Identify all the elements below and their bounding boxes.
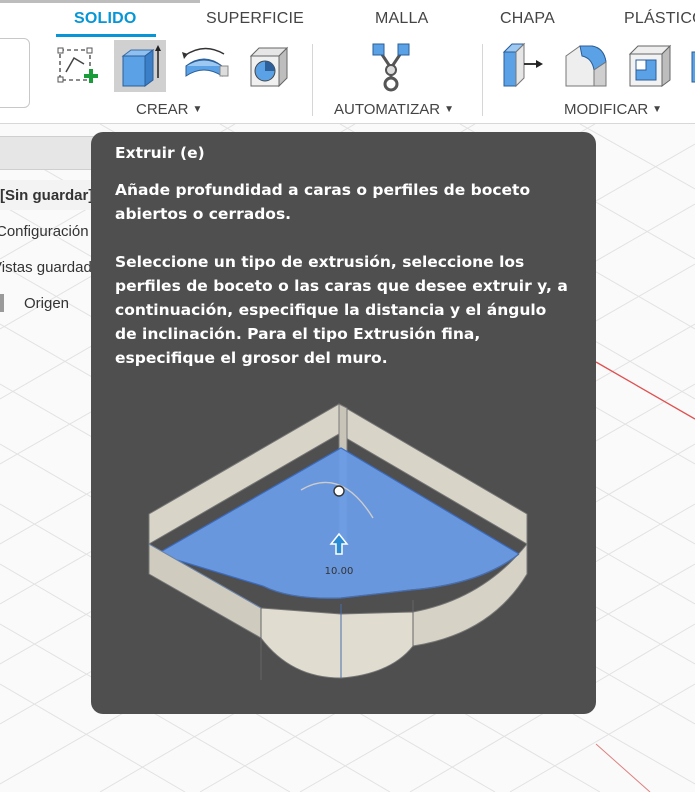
tooltip-detail: Seleccione un tipo de extrusión, selecci… — [115, 253, 568, 367]
tab-superficie[interactable]: SUPERFICIE — [206, 10, 304, 28]
chevron-down-icon: ▼ — [444, 104, 455, 115]
press-pull-button[interactable] — [496, 40, 548, 92]
revolve-icon — [182, 47, 229, 77]
origin-folder-icon — [0, 294, 4, 312]
design-workspace-switcher[interactable] — [0, 38, 30, 108]
create-sketch-icon — [57, 47, 98, 83]
fillet-button[interactable] — [560, 40, 612, 92]
crear-menu[interactable]: CREAR ▼ — [136, 101, 202, 118]
dimension-label: 10.00 — [325, 566, 354, 577]
hole-button[interactable] — [242, 40, 294, 92]
extrude-button[interactable] — [114, 40, 166, 92]
axis-line — [595, 743, 651, 792]
title-strip — [0, 0, 200, 3]
combine-button[interactable] — [688, 40, 695, 92]
shell-icon — [628, 44, 672, 87]
shell-button[interactable] — [624, 40, 676, 92]
create-sketch-button[interactable] — [52, 40, 104, 92]
fillet-icon — [565, 45, 607, 87]
tab-plastico[interactable]: PLÁSTICO — [624, 10, 695, 28]
automate-button[interactable] — [365, 40, 417, 92]
modificar-menu[interactable]: MODIFICAR ▼ — [564, 101, 662, 118]
hole-icon — [249, 46, 289, 88]
tooltip-description: Añade profundidad a caras o perfiles de … — [115, 181, 531, 223]
extrude-tooltip: Extruir (e) Añade profundidad a caras o … — [91, 132, 596, 714]
group-divider — [312, 44, 313, 116]
chevron-down-icon: ▼ — [192, 104, 203, 115]
tooltip-title: Extruir (e) — [115, 144, 205, 162]
extrude-icon — [121, 45, 161, 87]
tab-malla[interactable]: MALLA — [375, 10, 428, 28]
automate-node-icon — [372, 43, 410, 92]
tab-solido[interactable]: SOLIDO — [74, 10, 137, 28]
revolve-button[interactable] — [178, 40, 230, 92]
combine-icon — [691, 51, 695, 83]
press-pull-icon — [502, 42, 543, 88]
tab-chapa[interactable]: CHAPA — [500, 10, 555, 28]
angle-handle — [333, 485, 345, 497]
group-divider — [482, 44, 483, 116]
active-tab-indicator — [56, 34, 156, 37]
extrude-illustration: 10.00 — [148, 403, 528, 680]
chevron-down-icon: ▼ — [652, 104, 663, 115]
toolbar: SOLIDO SUPERFICIE MALLA CHAPA PLÁSTICO — [0, 0, 695, 124]
automatizar-menu[interactable]: AUTOMATIZAR ▼ — [334, 101, 454, 118]
